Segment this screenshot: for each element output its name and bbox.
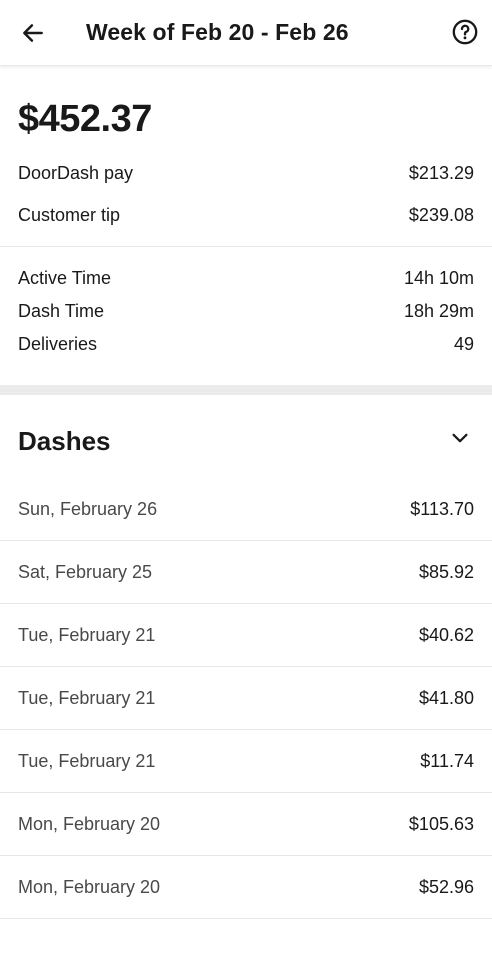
collapse-dashes-button[interactable] bbox=[446, 424, 474, 452]
row-value: 49 bbox=[453, 334, 474, 354]
row-value: 14h 10m bbox=[403, 268, 474, 288]
customer-tip-row: Customer tip $239.08 bbox=[18, 203, 474, 227]
row-label: DoorDash pay bbox=[18, 163, 134, 183]
row-value: $239.08 bbox=[408, 205, 474, 225]
dash-date: Tue, February 21 bbox=[18, 624, 156, 645]
doordash-pay-row: DoorDash pay $213.29 bbox=[18, 161, 474, 185]
weekly-total: $452.37 bbox=[18, 98, 152, 140]
dash-date: Sun, February 26 bbox=[18, 498, 158, 519]
dash-date: Tue, February 21 bbox=[18, 750, 156, 771]
dash-amount: $41.80 bbox=[418, 687, 474, 708]
list-item[interactable]: Sat, February 25 $85.92 bbox=[0, 541, 492, 604]
active-time-row: Active Time 14h 10m bbox=[18, 266, 474, 290]
dashes-list: Sun, February 26 $113.70 Sat, February 2… bbox=[0, 478, 492, 919]
row-label: Dash Time bbox=[18, 301, 105, 321]
dash-amount: $40.62 bbox=[418, 624, 474, 645]
dash-date: Sat, February 25 bbox=[18, 561, 153, 582]
dash-amount: $11.74 bbox=[420, 750, 474, 771]
list-item[interactable]: Tue, February 21 $11.74 bbox=[0, 730, 492, 793]
dash-date: Tue, February 21 bbox=[18, 687, 156, 708]
help-button[interactable] bbox=[450, 17, 480, 47]
dash-amount: $105.63 bbox=[408, 813, 474, 834]
dash-time-row: Dash Time 18h 29m bbox=[18, 299, 474, 323]
list-item[interactable]: Sun, February 26 $113.70 bbox=[0, 478, 492, 541]
dash-date: Mon, February 20 bbox=[18, 876, 161, 897]
top-app-bar: Week of Feb 20 - Feb 26 bbox=[0, 0, 492, 66]
row-value: 18h 29m bbox=[403, 301, 474, 321]
list-item[interactable]: Tue, February 21 $40.62 bbox=[0, 604, 492, 667]
row-label: Active Time bbox=[18, 268, 112, 288]
section-divider bbox=[0, 385, 492, 395]
dash-amount: $113.70 bbox=[410, 498, 474, 519]
deliveries-row: Deliveries 49 bbox=[18, 332, 474, 356]
question-circle-icon bbox=[452, 19, 478, 45]
row-value: $213.29 bbox=[408, 163, 474, 183]
chevron-down-icon bbox=[452, 433, 468, 443]
list-item[interactable]: Mon, February 20 $105.63 bbox=[0, 793, 492, 856]
divider bbox=[0, 246, 492, 247]
row-label: Customer tip bbox=[18, 205, 121, 225]
row-label: Deliveries bbox=[18, 334, 98, 354]
list-item[interactable]: Tue, February 21 $41.80 bbox=[0, 667, 492, 730]
dash-date: Mon, February 20 bbox=[18, 813, 161, 834]
list-item[interactable]: Mon, February 20 $52.96 bbox=[0, 856, 492, 919]
dash-amount: $52.96 bbox=[418, 876, 474, 897]
back-button[interactable] bbox=[18, 18, 48, 48]
dashes-heading: Dashes bbox=[18, 426, 111, 456]
page-title: Week of Feb 20 - Feb 26 bbox=[86, 19, 349, 45]
dash-amount: $85.92 bbox=[418, 561, 474, 582]
arrow-left-icon bbox=[23, 24, 43, 42]
